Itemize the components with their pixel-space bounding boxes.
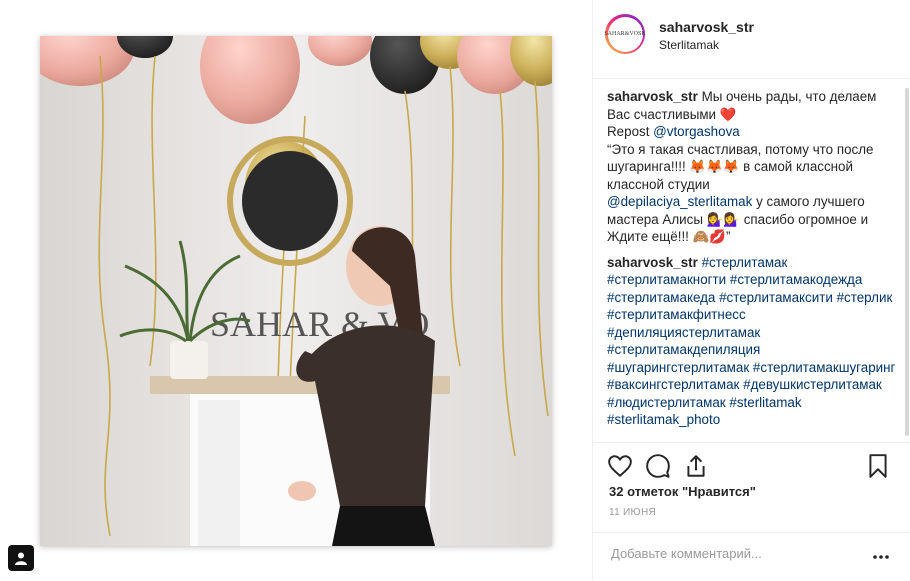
header-username[interactable]: saharvosk_str — [659, 19, 754, 35]
hashtag-link[interactable]: #людистерлитамак — [607, 395, 726, 410]
avatar[interactable]: SAHAR&VOSK — [604, 14, 646, 54]
caption-comment: saharvosk_str Мы очень рады, что делаем … — [607, 88, 901, 246]
comments-list[interactable]: saharvosk_str Мы очень рады, что делаем … — [607, 88, 901, 438]
hashtag-link[interactable]: #ваксингстерлитамак — [607, 377, 739, 392]
mention-link[interactable]: @depilaciya_sterlitamak — [607, 194, 752, 209]
more-dots-icon[interactable] — [871, 547, 891, 567]
hashtag-link[interactable]: #стерлитамакдепиляция — [607, 342, 760, 357]
avatar-logo-text: SAHAR&VOSK — [604, 16, 646, 52]
photo-illustration: SAHAR & VO — [40, 36, 552, 546]
caption-quote-part1: “Это я такая счастливая, потому что посл… — [607, 141, 874, 192]
hashtag-link[interactable]: #стерлитамакеда — [607, 290, 715, 305]
heart-icon[interactable] — [607, 453, 633, 479]
post-photo[interactable]: SAHAR & VO — [40, 36, 552, 546]
post-date[interactable]: 11 ИЮНЯ — [609, 507, 656, 518]
hashtag-link[interactable]: #стерлик — [837, 290, 893, 305]
hashtag-link[interactable]: #депиляциястерлитамак — [607, 325, 760, 340]
hashtag-link[interactable]: #стерлитамакшугаринг — [753, 360, 895, 375]
share-icon[interactable] — [683, 453, 709, 479]
hashtag-link[interactable]: #стерлитамакодежда — [730, 272, 862, 287]
hashtag-link[interactable]: #стерлитамаксити — [719, 290, 833, 305]
add-comment-input[interactable] — [609, 545, 853, 562]
hashtag-link[interactable]: #стерлитамакфитнесс — [607, 307, 746, 322]
likes-count[interactable]: 32 отметок "Нравится" — [609, 484, 756, 499]
bookmark-icon[interactable] — [865, 453, 891, 479]
header-location[interactable]: Sterlitamak — [659, 38, 719, 52]
add-comment-bar — [593, 532, 910, 581]
comment-icon[interactable] — [645, 453, 671, 479]
caption-username[interactable]: saharvosk_str — [607, 89, 698, 104]
hashtag-link[interactable]: #шугарингстерлитамак — [607, 360, 749, 375]
hashtag-link[interactable]: #sterlitamak_photo — [607, 412, 720, 427]
hashtag-link[interactable]: #стерлитамакногти — [607, 272, 726, 287]
user-tag-icon[interactable] — [8, 545, 34, 571]
post-sidebar: SAHAR&VOSK saharvosk_str Sterlitamak sah… — [592, 0, 910, 580]
caption-repost: Repost — [607, 124, 650, 139]
hashtag-list: #стерлитамак #стерлитамакногти #стерлита… — [607, 255, 895, 428]
hashtag-link[interactable]: #стерлитамак — [702, 255, 788, 270]
comments-scrollbar[interactable] — [905, 88, 909, 436]
repost-handle-link[interactable]: @vtorgashova — [653, 124, 740, 139]
hashtag-link[interactable]: #девушкистерлитамак — [743, 377, 882, 392]
hashtags-comment: saharvosk_str #стерлитамак #стерлитамакн… — [607, 254, 901, 429]
hashtags-username[interactable]: saharvosk_str — [607, 255, 698, 270]
hashtag-link[interactable]: #sterlitamak — [729, 395, 801, 410]
post-header: SAHAR&VOSK saharvosk_str Sterlitamak — [593, 0, 910, 79]
